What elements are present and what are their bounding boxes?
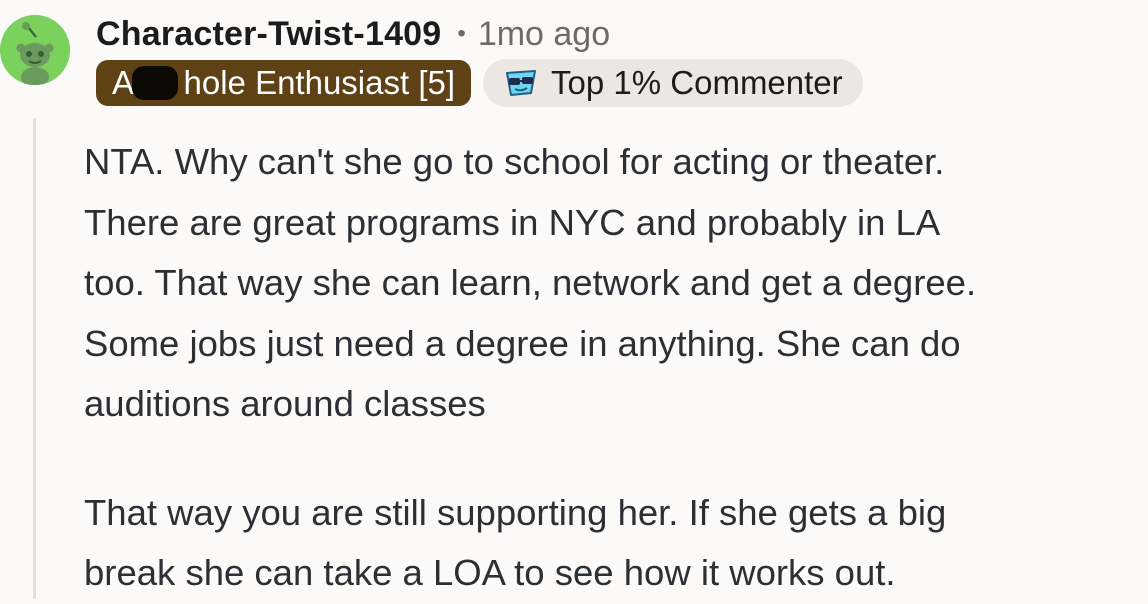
avatar[interactable] [0, 15, 70, 85]
sunglasses-badge-icon [506, 70, 537, 96]
comment-text-line: There are great programs in NYC and prob… [84, 201, 941, 243]
comment-text-line: too. That way she can learn, network and… [84, 262, 977, 303]
thread-line[interactable] [33, 118, 36, 599]
comment-text-line: Some jobs just need a degree in anything… [84, 322, 961, 364]
user-flair: A hole Enthusiast [5] [96, 60, 472, 106]
comment-text-line: auditions around classes [84, 383, 486, 424]
snoo-avatar-icon [0, 15, 70, 85]
comment-body: NTA. Why can't she go to school for acti… [84, 132, 1148, 604]
username-link[interactable]: Character-Twist-1409 [96, 15, 441, 54]
redaction-mark [132, 66, 178, 100]
comment-text-line: That way you are still supporting her. I… [84, 491, 947, 533]
comment-header: Character-Twist-1409 • 1mo ago [96, 14, 610, 54]
timestamp[interactable]: 1mo ago [478, 15, 610, 54]
flair-row: A hole Enthusiast [5] Top 1% Commenter [96, 59, 863, 107]
comment-text-line: NTA. Why can't she go to school for acti… [84, 141, 945, 182]
badge-label: Top 1% Commenter [551, 64, 843, 101]
separator-dot: • [457, 20, 466, 47]
comment-text-line: break she can take a LOA to see how it w… [84, 552, 896, 593]
top-commenter-badge[interactable]: Top 1% Commenter [483, 59, 863, 107]
